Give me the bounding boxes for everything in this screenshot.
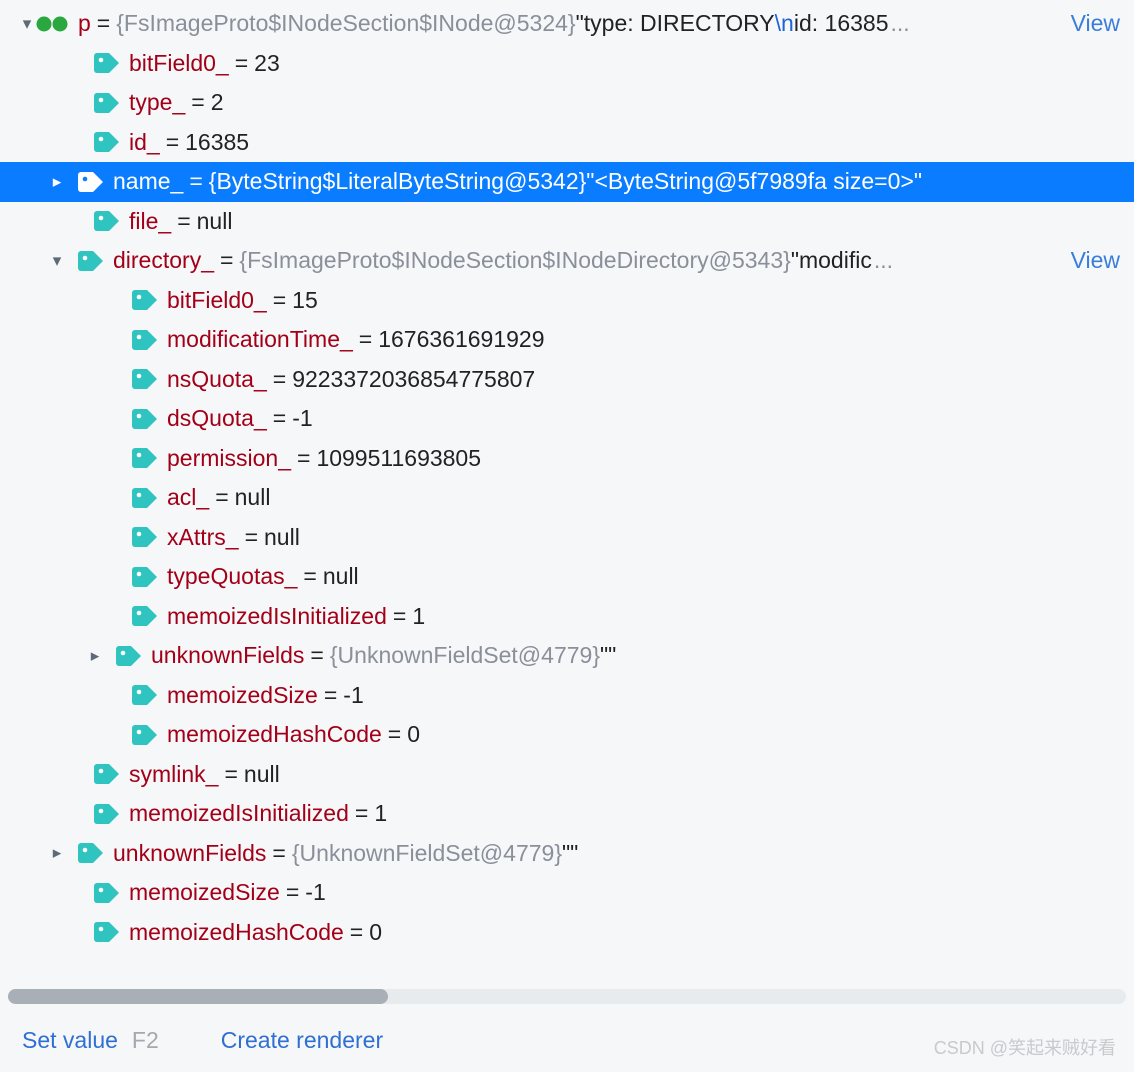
set-value-link[interactable]: Set value bbox=[22, 1027, 118, 1054]
scrollbar-thumb[interactable] bbox=[8, 989, 388, 1004]
horizontal-scrollbar[interactable] bbox=[8, 989, 1126, 1004]
tree-row[interactable]: memoizedHashCode = 0 bbox=[0, 715, 1134, 755]
field-tag-icon bbox=[78, 840, 104, 866]
tree-row[interactable]: dsQuota_ = -1 bbox=[0, 399, 1134, 439]
debugger-variable-tree[interactable]: ▾ p = {FsImageProto$INodeSection$INode@5… bbox=[0, 0, 1134, 952]
field-tag-icon bbox=[132, 564, 158, 590]
field-tag-icon bbox=[132, 603, 158, 629]
tree-row[interactable]: memoizedSize = -1 bbox=[0, 873, 1134, 913]
tree-row[interactable]: ▸unknownFields = {UnknownFieldSet@4779} … bbox=[0, 636, 1134, 676]
view-link[interactable]: View bbox=[1071, 247, 1120, 274]
tree-row[interactable]: permission_ = 1099511693805 bbox=[0, 439, 1134, 479]
field-tag-icon bbox=[132, 406, 158, 432]
field-tag-icon bbox=[94, 50, 120, 76]
var-name: p bbox=[78, 10, 91, 37]
tree-row[interactable]: typeQuotas_ = null bbox=[0, 557, 1134, 597]
watch-icon bbox=[36, 14, 68, 34]
field-tag-icon bbox=[78, 169, 104, 195]
tree-row[interactable]: file_ = null bbox=[0, 202, 1134, 242]
field-tag-icon bbox=[132, 485, 158, 511]
field-tag-icon bbox=[94, 801, 120, 827]
tree-row[interactable]: memoizedIsInitialized = 1 bbox=[0, 597, 1134, 637]
field-tag-icon bbox=[132, 445, 158, 471]
chevron-right-icon[interactable]: ▸ bbox=[48, 843, 66, 863]
field-tag-icon bbox=[94, 90, 120, 116]
tree-row-selected[interactable]: ▸ name_ = {ByteString$LiteralByteString@… bbox=[0, 162, 1134, 202]
watermark: CSDN @笑起来贼好看 bbox=[934, 1034, 1116, 1060]
tree-row[interactable]: symlink_ = null bbox=[0, 755, 1134, 795]
chevron-right-icon[interactable]: ▸ bbox=[86, 646, 104, 666]
tree-row[interactable]: type_ = 2 bbox=[0, 83, 1134, 123]
tree-row[interactable]: memoizedIsInitialized = 1 bbox=[0, 794, 1134, 834]
tree-row-root[interactable]: ▾ p = {FsImageProto$INodeSection$INode@5… bbox=[0, 4, 1134, 44]
tree-row[interactable]: memoizedSize = -1 bbox=[0, 676, 1134, 716]
field-tag-icon bbox=[94, 208, 120, 234]
field-tag-icon bbox=[132, 682, 158, 708]
view-link[interactable]: View bbox=[1071, 10, 1120, 37]
field-tag-icon bbox=[132, 366, 158, 392]
field-tag-icon bbox=[94, 129, 120, 155]
field-tag-icon bbox=[132, 722, 158, 748]
chevron-right-icon[interactable]: ▸ bbox=[48, 172, 66, 192]
chevron-down-icon[interactable]: ▾ bbox=[48, 251, 66, 271]
chevron-down-icon[interactable]: ▾ bbox=[18, 14, 36, 34]
tree-row[interactable]: modificationTime_ = 1676361691929 bbox=[0, 320, 1134, 360]
shortcut-label: F2 bbox=[132, 1027, 159, 1054]
field-tag-icon bbox=[116, 643, 142, 669]
tree-row[interactable]: acl_ = null bbox=[0, 478, 1134, 518]
field-tag-icon bbox=[132, 327, 158, 353]
tree-row[interactable]: bitField0_ = 15 bbox=[0, 281, 1134, 321]
field-tag-icon bbox=[94, 761, 120, 787]
field-tag-icon bbox=[132, 287, 158, 313]
field-tag-icon bbox=[94, 919, 120, 945]
field-tag-icon bbox=[78, 248, 104, 274]
field-tag-icon bbox=[94, 880, 120, 906]
tree-row[interactable]: ▾ directory_ = {FsImageProto$INodeSectio… bbox=[0, 241, 1134, 281]
tree-row[interactable]: id_ = 16385 bbox=[0, 123, 1134, 163]
tree-row[interactable]: bitField0_ = 23 bbox=[0, 44, 1134, 84]
tree-row[interactable]: nsQuota_ = 9223372036854775807 bbox=[0, 360, 1134, 400]
tree-row[interactable]: memoizedHashCode = 0 bbox=[0, 913, 1134, 953]
create-renderer-link[interactable]: Create renderer bbox=[221, 1027, 383, 1054]
tree-row[interactable]: ▸unknownFields = {UnknownFieldSet@4779} … bbox=[0, 834, 1134, 874]
tree-row[interactable]: xAttrs_ = null bbox=[0, 518, 1134, 558]
field-tag-icon bbox=[132, 524, 158, 550]
